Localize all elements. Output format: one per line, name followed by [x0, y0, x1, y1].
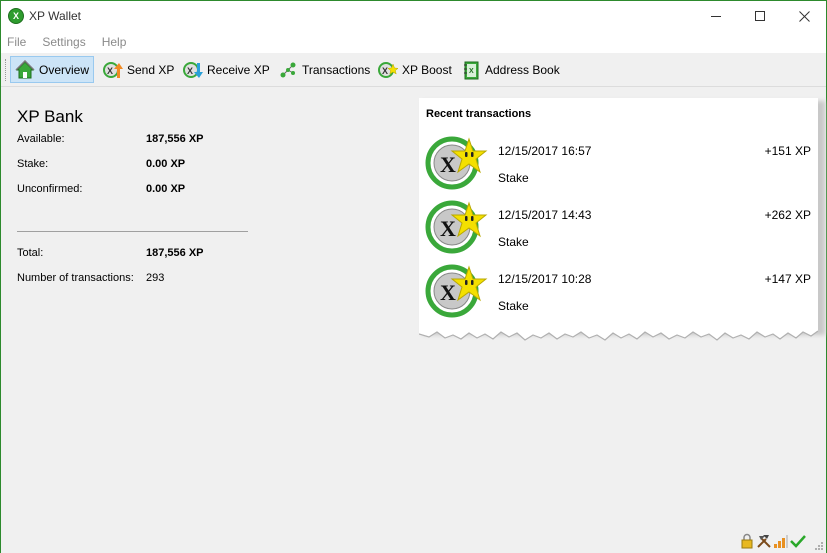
- stake-label: Stake:: [17, 158, 49, 170]
- address-book-icon: X: [464, 61, 479, 79]
- lock-icon[interactable]: [739, 533, 755, 549]
- stake-coin-star-icon: X: [425, 264, 488, 318]
- tab-overview[interactable]: Overview: [10, 56, 95, 83]
- app-window: X XP Wallet File Settings Help Overview …: [0, 0, 827, 553]
- receive-arrow-icon: X: [183, 61, 203, 78]
- svg-text:X: X: [440, 152, 456, 177]
- recent-transactions-title: Recent transactions: [426, 108, 532, 120]
- mining-tools-icon[interactable]: [756, 533, 772, 549]
- tx-date: 12/15/2017 14:43: [498, 208, 592, 222]
- recent-transactions-panel: Recent transactions X 12/15/2017 16:57 S…: [419, 98, 818, 328]
- status-bar: [1, 529, 826, 553]
- available-label: Available:: [17, 133, 65, 145]
- boost-star-icon: X: [378, 61, 398, 78]
- xp-logo-icon: X: [8, 8, 24, 24]
- torn-paper-edge: [419, 327, 819, 341]
- overview-pane: XP Bank Available: 187,556 XP Stake: 0.0…: [1, 89, 411, 529]
- signal-bars-icon[interactable]: [773, 533, 789, 549]
- svg-text:X: X: [187, 66, 193, 76]
- send-arrow-icon: X: [103, 61, 123, 78]
- tab-address-book-label: Address Book: [485, 62, 560, 77]
- unconfirmed-label: Unconfirmed:: [17, 183, 83, 195]
- list-item[interactable]: X 12/15/2017 14:43 Stake +262 XP: [419, 198, 818, 262]
- tab-boost-label: XP Boost: [402, 62, 452, 77]
- home-icon: [15, 59, 35, 78]
- transactions-network-icon: [280, 62, 296, 77]
- tab-receive[interactable]: X Receive XP: [179, 56, 274, 83]
- total-label: Total:: [17, 247, 44, 259]
- maximize-icon: [755, 11, 765, 21]
- stake-coin-star-icon: X: [425, 136, 488, 190]
- close-button[interactable]: [781, 1, 827, 31]
- window-title: XP Wallet: [29, 9, 82, 23]
- toolbar-grip[interactable]: [5, 59, 8, 81]
- svg-text:X: X: [382, 66, 388, 76]
- num-transactions-label: Number of transactions:: [17, 272, 134, 284]
- synced-check-icon[interactable]: [790, 533, 806, 549]
- divider: [17, 231, 248, 232]
- list-item[interactable]: X 12/15/2017 10:28 Stake +147 XP: [419, 262, 818, 326]
- tx-type: Stake: [498, 235, 529, 249]
- menu-settings[interactable]: Settings: [42, 35, 85, 49]
- tab-address-book[interactable]: X Address Book: [457, 56, 564, 83]
- minimize-icon: [711, 15, 721, 17]
- total-value: 187,556 XP: [146, 247, 204, 259]
- list-item[interactable]: X 12/15/2017 16:57 Stake +151 XP: [419, 134, 818, 198]
- stake-coin-star-icon: X: [425, 200, 488, 254]
- tab-send-label: Send XP: [127, 62, 175, 77]
- svg-text:X: X: [107, 66, 113, 76]
- tab-boost[interactable]: X XP Boost: [374, 56, 456, 83]
- tx-amount: +262 XP: [764, 208, 811, 222]
- tx-type: Stake: [498, 299, 529, 313]
- svg-text:X: X: [440, 216, 456, 241]
- page-title: XP Bank: [17, 107, 83, 126]
- toolbar: Overview X Send XP X Receive XP Transact…: [1, 53, 826, 87]
- tab-transactions-label: Transactions: [302, 62, 371, 77]
- svg-text:X: X: [469, 68, 474, 75]
- available-value: 187,556 XP: [146, 133, 204, 145]
- close-icon: [798, 10, 810, 22]
- tab-overview-label: Overview: [39, 62, 90, 77]
- minimize-button[interactable]: [693, 1, 739, 31]
- tab-transactions[interactable]: Transactions: [274, 56, 374, 83]
- tab-send[interactable]: X Send XP: [99, 56, 178, 83]
- resize-grip-icon[interactable]: [814, 541, 824, 551]
- tx-type: Stake: [498, 171, 529, 185]
- stake-value: 0.00 XP: [146, 158, 186, 170]
- menu-help[interactable]: Help: [102, 35, 127, 49]
- tx-date: 12/15/2017 16:57: [498, 144, 592, 158]
- tx-date: 12/15/2017 10:28: [498, 272, 592, 286]
- tab-receive-label: Receive XP: [207, 62, 270, 77]
- tx-amount: +147 XP: [764, 272, 811, 286]
- unconfirmed-value: 0.00 XP: [146, 183, 186, 195]
- maximize-button[interactable]: [737, 1, 783, 31]
- menu-file[interactable]: File: [7, 35, 26, 49]
- svg-text:X: X: [440, 280, 456, 305]
- num-transactions-value: 293: [146, 272, 165, 284]
- title-bar[interactable]: X XP Wallet: [1, 1, 826, 31]
- tx-amount: +151 XP: [764, 144, 811, 158]
- menu-bar: File Settings Help: [1, 31, 826, 53]
